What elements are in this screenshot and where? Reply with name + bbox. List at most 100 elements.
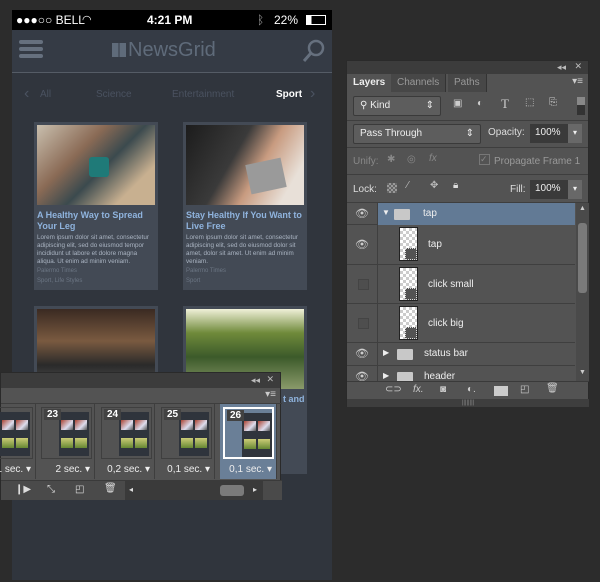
new-layer-icon[interactable]: ◰ <box>520 384 529 395</box>
panel-menu-icon[interactable]: ▾≡ <box>572 76 583 87</box>
nav-science[interactable]: Science <box>96 89 132 100</box>
filter-type-icon[interactable]: T <box>501 96 509 112</box>
layer-name[interactable]: tap <box>428 239 442 250</box>
frame-delay-dropdown[interactable]: 0,1 sec. ▾ <box>229 464 272 475</box>
panel-menu-icon[interactable]: ▾≡ <box>265 389 276 400</box>
collapse-icon[interactable]: ◂◂ <box>251 375 260 386</box>
frame-delay-dropdown[interactable]: 0,2 sec. ▾ <box>107 464 150 475</box>
duplicate-frame-icon[interactable]: ◰ <box>75 484 84 495</box>
filter-shape-icon[interactable]: ⬚ <box>525 97 534 108</box>
collapse-icon[interactable]: ◂◂ <box>557 62 566 73</box>
unify-style-icon[interactable]: fx <box>429 153 437 164</box>
resize-grip[interactable]: |||||||| <box>347 399 589 407</box>
propagate-checkbox[interactable]: ✓ <box>479 154 490 165</box>
eye-icon[interactable]: 👁︎ <box>355 207 369 220</box>
layers-scrollbar[interactable]: ▲ ▼ <box>576 203 589 381</box>
scroll-thumb[interactable] <box>220 485 244 496</box>
layer-name[interactable]: header <box>424 371 455 381</box>
eye-icon[interactable]: 👁︎ <box>355 370 369 381</box>
panel-titlebar[interactable]: ◂◂ ✕ <box>347 61 588 74</box>
article-title[interactable]: Stay Healthy If You Want to Live Free <box>186 210 306 232</box>
article-card[interactable]: A Healthy Way to Spread Your Leg Lorem i… <box>34 122 158 290</box>
lock-paint-icon[interactable]: ⁄ <box>407 180 409 191</box>
layer-row-header[interactable]: 👁︎ ▶ header <box>347 366 575 381</box>
trash-icon[interactable]: 🗑︎ <box>546 383 559 394</box>
layer-name[interactable]: status bar <box>424 348 468 359</box>
lock-all-icon[interactable]: 🔒︎ <box>453 180 458 191</box>
frame-delay-dropdown[interactable]: 1 sec. ▾ <box>0 464 31 475</box>
timeline-scrollbar[interactable]: ◂ ▸ <box>125 481 263 500</box>
nav-sport[interactable]: Sport <box>276 89 302 100</box>
frame-delay-dropdown[interactable]: 0,1 sec. ▾ <box>167 464 210 475</box>
close-icon[interactable]: ✕ <box>266 374 274 385</box>
animation-frame[interactable]: 26 0,1 sec. ▾ <box>220 404 277 479</box>
layer-row-tap[interactable]: 👁︎ tap <box>347 225 575 265</box>
opacity-dropdown[interactable]: ▾ <box>568 124 582 143</box>
layer-name[interactable]: click big <box>428 318 464 329</box>
unify-position-icon[interactable]: ✱ <box>387 154 395 165</box>
layer-name[interactable]: tap <box>423 208 437 219</box>
disclosure-closed-icon[interactable]: ▶ <box>383 371 389 380</box>
tab-paths[interactable]: Paths <box>448 74 487 92</box>
frame-number: 26 <box>227 410 245 421</box>
timeline-toolbar: ❙▶ ⤡ ◰ 🗑︎ ◂ ▸ <box>1 480 282 500</box>
visibility-toggle[interactable] <box>358 318 369 329</box>
unify-visibility-icon[interactable]: ◎ <box>407 154 416 165</box>
hamburger-icon[interactable] <box>19 40 43 62</box>
fx-icon[interactable]: fx. <box>413 384 424 395</box>
status-bar: ●●●○○ BELL ◠ 4:21 PM ᛒ 22% <box>12 10 332 30</box>
animation-frame[interactable]: 1 sec. ▾ <box>0 404 36 479</box>
adjustment-layer-icon[interactable]: ◐. <box>467 384 476 395</box>
eye-icon[interactable]: 👁︎ <box>355 238 369 251</box>
layer-row-group-tap[interactable]: 👁︎ ▼ tap <box>347 203 575 225</box>
layer-row-click-small[interactable]: click small <box>347 265 575 304</box>
tween-icon[interactable]: ⤡ <box>47 484 55 495</box>
animation-frame[interactable]: 25 0,1 sec. ▾ <box>158 404 215 479</box>
visibility-toggle[interactable] <box>358 279 369 290</box>
animation-frame[interactable]: 24 0,2 sec. ▾ <box>98 404 155 479</box>
frame-thumbnail <box>0 407 33 459</box>
lock-move-icon[interactable]: ✥ <box>430 180 438 191</box>
chevron-left-icon[interactable]: ‹ <box>24 85 29 103</box>
nav-all[interactable]: All <box>40 89 51 100</box>
fill-dropdown[interactable]: ▾ <box>568 180 582 199</box>
blend-mode-select[interactable]: Pass Through ⇕ <box>353 124 481 144</box>
new-group-icon[interactable] <box>494 386 508 396</box>
filter-toggle[interactable] <box>577 97 585 115</box>
next-frame-icon[interactable]: ❙▶ <box>15 484 31 495</box>
article-tags: Sport <box>186 278 201 284</box>
opacity-input[interactable]: 100% <box>530 124 568 143</box>
filter-adjustment-icon[interactable]: ◐ <box>477 98 483 109</box>
tab-layers[interactable]: Layers <box>347 74 393 92</box>
search-icon[interactable] <box>302 38 326 64</box>
close-icon[interactable]: ✕ <box>574 61 582 72</box>
trash-icon[interactable]: 🗑︎ <box>104 483 117 494</box>
article-title[interactable]: t and <box>283 394 307 405</box>
filter-pixel-icon[interactable]: ▣ <box>453 98 462 109</box>
frame-delay: 0,1 sec. <box>229 464 265 475</box>
article-card[interactable]: Stay Healthy If You Want to Live Free Lo… <box>183 122 307 290</box>
layer-name[interactable]: click small <box>428 279 474 290</box>
frame-delay-dropdown[interactable]: 2 sec. ▾ <box>56 464 91 475</box>
layer-row-click-big[interactable]: click big <box>347 304 575 343</box>
panel-titlebar[interactable]: ◂◂ ✕ <box>1 373 280 388</box>
tab-channels[interactable]: Channels <box>391 74 447 92</box>
updown-icon: ⇕ <box>465 128 474 139</box>
scroll-thumb[interactable] <box>578 223 587 293</box>
unify-label: Unify: <box>353 156 379 167</box>
filter-kind-select[interactable]: ⚲ Kind ⇕ <box>353 96 441 116</box>
chevron-right-icon[interactable]: › <box>310 85 315 103</box>
disclosure-open-icon[interactable]: ▼ <box>382 208 390 217</box>
lock-transparency-icon[interactable] <box>387 183 397 193</box>
filter-smartobject-icon[interactable]: ⎘ <box>549 97 557 108</box>
fill-input[interactable]: 100% <box>530 180 568 199</box>
animation-frame[interactable]: 23 2 sec. ▾ <box>38 404 95 479</box>
article-title[interactable]: A Healthy Way to Spread Your Leg <box>37 210 157 232</box>
link-layers-icon[interactable]: ⊂⊃ <box>385 384 402 395</box>
mask-icon[interactable]: ◙ <box>440 384 446 395</box>
disclosure-closed-icon[interactable]: ▶ <box>383 348 389 357</box>
layer-row-status-bar[interactable]: 👁︎ ▶ status bar <box>347 343 575 366</box>
nav-entertainment[interactable]: Entertainment <box>172 89 234 100</box>
eye-icon[interactable]: 👁︎ <box>355 347 369 360</box>
category-nav: ‹ All Science Entertainment Sport › <box>12 80 332 110</box>
